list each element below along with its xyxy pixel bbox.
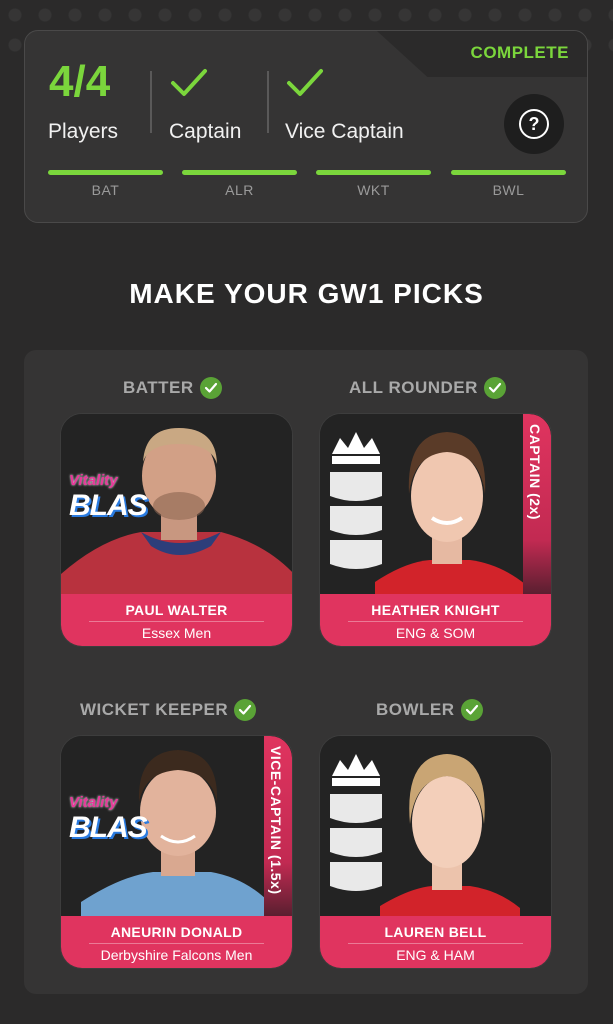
player-info-strip: HEATHER KNIGHT ENG & SOM — [320, 594, 551, 646]
players-count: 4/4 — [49, 57, 111, 106]
wkt-progress-bar — [316, 170, 431, 175]
question-icon: ? — [519, 109, 549, 139]
check-icon — [199, 377, 222, 399]
blast-text: BLAS — [69, 811, 148, 844]
player-silhouette-icon — [320, 414, 551, 594]
vitality-blast-logo: Vitality BLAS — [69, 794, 153, 854]
picks-panel: BATTER ALL ROUNDER WICKET KEEPER BOWLER — [24, 350, 588, 994]
player-name: HEATHER KNIGHT — [371, 602, 500, 618]
captain-role-label: CAPTAIN (2x) — [527, 424, 543, 520]
player-photo — [320, 736, 551, 916]
wkt-label: WKT — [357, 182, 390, 198]
bat-label: BAT — [91, 182, 120, 198]
player-team: Derbyshire Falcons Men — [100, 947, 253, 963]
wicket-keeper-title-text: WICKET KEEPER — [80, 700, 229, 719]
vice-captain-role-label: VICE-CAPTAIN (1.5x) — [268, 746, 284, 895]
page-title: MAKE YOUR GW1 PICKS — [129, 278, 484, 309]
divider — [348, 943, 523, 944]
players-label: Players — [48, 120, 119, 143]
divider — [267, 71, 269, 133]
divider — [348, 621, 523, 622]
bowler-title: BOWLER — [376, 697, 483, 723]
bowler-title-text: BOWLER — [376, 700, 455, 719]
check-icon — [460, 699, 483, 721]
all-rounder-title: ALL ROUNDER — [349, 375, 506, 401]
help-button[interactable]: ? — [504, 94, 564, 154]
captain-ribbon: CAPTAIN (2x) — [523, 414, 551, 594]
all-rounder-title-text: ALL ROUNDER — [349, 378, 478, 397]
player-photo: CAPTAIN (2x) — [320, 414, 551, 594]
vice-captain-label: Vice Captain — [285, 120, 404, 143]
captain-check-icon — [171, 69, 207, 96]
divider — [89, 943, 264, 944]
vice-captain-ribbon: VICE-CAPTAIN (1.5x) — [264, 736, 292, 916]
bat-progress-bar — [48, 170, 163, 175]
captain-label: Captain — [169, 120, 242, 143]
batter-title-text: BATTER — [123, 378, 194, 397]
player-name: LAUREN BELL — [384, 924, 487, 940]
vitality-text: Vitality — [69, 794, 118, 811]
player-name: ANEURIN DONALD — [110, 924, 243, 940]
player-silhouette-icon — [320, 736, 551, 916]
alr-progress-bar — [182, 170, 297, 175]
player-team: Essex Men — [141, 625, 212, 641]
check-icon — [483, 377, 506, 399]
player-card-bowler[interactable]: LAUREN BELL ENG & HAM — [319, 735, 552, 969]
divider — [89, 621, 264, 622]
player-card-wicket-keeper[interactable]: Vitality BLAS VICE-CAPTAIN (1.5x) ANEURI… — [60, 735, 293, 969]
team-status-card: COMPLETE 4/4 Players Captain Vice Captai… — [24, 30, 588, 223]
alr-label: ALR — [225, 182, 254, 198]
player-team: ENG & HAM — [396, 947, 475, 963]
batter-title: BATTER — [123, 375, 222, 401]
blast-text: BLAS — [69, 489, 148, 522]
player-team: ENG & SOM — [395, 625, 476, 641]
wicket-keeper-title: WICKET KEEPER — [80, 697, 257, 723]
player-photo: Vitality BLAS VICE-CAPTAIN (1.5x) — [61, 736, 292, 916]
player-card-batter[interactable]: Vitality BLAS PAUL WALTER Essex Men — [60, 413, 293, 647]
player-info-strip: PAUL WALTER Essex Men — [61, 594, 292, 646]
player-info-strip: ANEURIN DONALD Derbyshire Falcons Men — [61, 916, 292, 968]
player-card-all-rounder[interactable]: CAPTAIN (2x) HEATHER KNIGHT ENG & SOM — [319, 413, 552, 647]
player-photo: Vitality BLAS — [61, 414, 292, 594]
bwl-label: BWL — [492, 182, 525, 198]
player-name: PAUL WALTER — [125, 602, 228, 618]
player-info-strip: LAUREN BELL ENG & HAM — [320, 916, 551, 968]
complete-status-label: COMPLETE — [470, 43, 569, 62]
check-icon — [234, 699, 257, 721]
vitality-blast-logo: Vitality BLAS — [69, 472, 153, 532]
vitality-text: Vitality — [69, 472, 118, 489]
vice-captain-check-icon — [287, 69, 323, 96]
bwl-progress-bar — [451, 170, 566, 175]
divider — [150, 71, 152, 133]
